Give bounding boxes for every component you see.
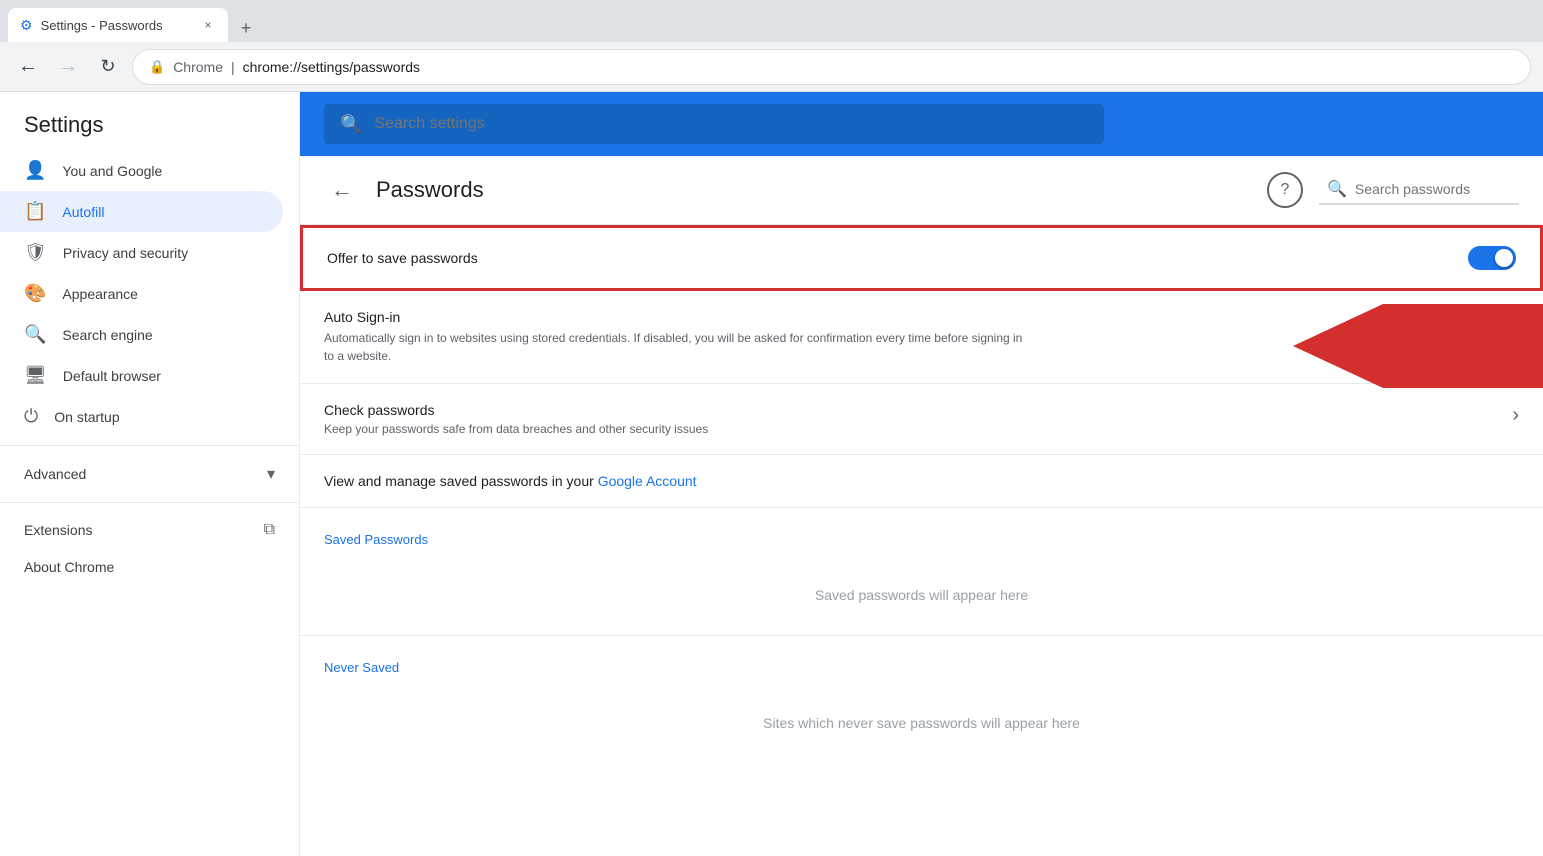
- offer-save-passwords-row: Offer to save passwords: [300, 225, 1543, 291]
- auto-signin-description: Automatically sign in to websites using …: [324, 329, 1024, 365]
- check-passwords-info: Check passwords Keep your passwords safe…: [324, 402, 1512, 436]
- appearance-icon: 🎨: [24, 283, 46, 304]
- settings-sidebar-title-area: Settings: [0, 92, 299, 150]
- google-account-link[interactable]: Google Account: [598, 473, 697, 489]
- sidebar-item-label: Autofill: [62, 204, 104, 220]
- sidebar-item-advanced[interactable]: Advanced ▾: [0, 454, 299, 494]
- default-browser-icon: 🖥: [24, 365, 47, 386]
- active-tab[interactable]: ⚙ Settings - Passwords ×: [8, 8, 228, 42]
- passwords-header: ← Passwords ? 🔍: [300, 156, 1543, 225]
- lock-icon: 🔒: [149, 59, 165, 75]
- advanced-label: Advanced: [24, 466, 267, 482]
- forward-nav-button[interactable]: →: [52, 51, 84, 83]
- settings-app-title: Settings: [24, 112, 104, 137]
- sidebar-item-about-chrome[interactable]: About Chrome: [0, 549, 299, 585]
- external-link-icon: ⧉: [264, 521, 275, 539]
- about-chrome-label: About Chrome: [24, 559, 114, 575]
- passwords-search-icon: 🔍: [1327, 179, 1347, 199]
- check-passwords-title: Check passwords: [324, 402, 1512, 418]
- sidebar-item-label: Privacy and security: [63, 245, 188, 261]
- passwords-panel: ← Passwords ? 🔍 Offer to save passwords: [300, 156, 1543, 856]
- sidebar-item-extensions[interactable]: Extensions ⧉: [0, 511, 299, 549]
- sidebar-item-search-engine[interactable]: 🔍 Search engine: [0, 314, 283, 355]
- browser-window: ⚙ Settings - Passwords × + ← → ↻ 🔒 Chrom…: [0, 0, 1543, 856]
- check-passwords-chevron-icon: ›: [1512, 404, 1519, 427]
- back-nav-button[interactable]: ←: [12, 51, 44, 83]
- on-startup-icon: ⏻: [24, 406, 38, 427]
- never-saved-section-header: Never Saved: [300, 636, 1543, 683]
- tab-favicon: ⚙: [20, 17, 33, 34]
- sidebar-item-default-browser[interactable]: 🖥 Default browser: [0, 355, 283, 396]
- autofill-icon: 📋: [24, 201, 46, 222]
- you-and-google-icon: 👤: [24, 160, 46, 181]
- new-tab-button[interactable]: +: [232, 14, 260, 42]
- nav-bar: ← → ↻ 🔒 Chrome | chrome://settings/passw…: [0, 42, 1543, 92]
- sidebar-item-label: Search engine: [62, 327, 152, 343]
- tab-close-icon[interactable]: ×: [200, 17, 216, 33]
- search-engine-icon: 🔍: [24, 324, 46, 345]
- sidebar-item-autofill[interactable]: 📋 Autofill: [0, 191, 283, 232]
- sidebar-item-you-and-google[interactable]: 👤 You and Google: [0, 150, 283, 191]
- nav-divider-2: [0, 502, 299, 503]
- google-account-prefix: View and manage saved passwords in your: [324, 473, 598, 489]
- settings-search-box[interactable]: 🔍: [324, 104, 1104, 144]
- passwords-search-field[interactable]: 🔍: [1319, 175, 1519, 205]
- red-arrow-annotation: [1293, 304, 1543, 388]
- settings-blue-header: 🔍: [300, 92, 1543, 156]
- saved-passwords-section-header: Saved Passwords: [300, 508, 1543, 555]
- sidebar-item-label: Appearance: [62, 286, 138, 302]
- brand-text: Chrome: [173, 59, 223, 75]
- check-passwords-description: Keep your passwords safe from data breac…: [324, 422, 1512, 436]
- refresh-nav-button[interactable]: ↻: [92, 51, 124, 83]
- search-icon: 🔍: [340, 114, 362, 135]
- never-saved-empty-state: Sites which never save passwords will ap…: [300, 683, 1543, 763]
- saved-passwords-empty-state: Saved passwords will appear here: [300, 555, 1543, 636]
- offer-save-passwords-label: Offer to save passwords: [327, 250, 1468, 266]
- google-account-link-row: View and manage saved passwords in your …: [300, 455, 1543, 508]
- sidebar: Settings 👤 You and Google 📋 Autofill 🛡 P…: [0, 92, 300, 856]
- nav-divider: [0, 445, 299, 446]
- passwords-back-button[interactable]: ←: [324, 172, 360, 208]
- advanced-chevron-icon: ▾: [267, 464, 275, 484]
- extensions-label: Extensions: [24, 522, 248, 538]
- passwords-help-button[interactable]: ?: [1267, 172, 1303, 208]
- check-passwords-row[interactable]: Check passwords Keep your passwords safe…: [300, 384, 1543, 455]
- content-area: 🔍 ← Passwords ? 🔍 Offe: [300, 92, 1543, 856]
- sidebar-item-label: You and Google: [62, 163, 162, 179]
- settings-search-input[interactable]: [374, 115, 1088, 133]
- layout-wrapper: Settings 👤 You and Google 📋 Autofill 🛡 P…: [0, 92, 1543, 856]
- separator: |: [231, 59, 235, 75]
- sidebar-item-on-startup[interactable]: ⏻ On startup: [0, 396, 283, 437]
- sidebar-item-label: On startup: [54, 409, 119, 425]
- sidebar-item-privacy-security[interactable]: 🛡 Privacy and security: [0, 232, 283, 273]
- privacy-security-icon: 🛡: [24, 242, 47, 263]
- offer-save-passwords-toggle[interactable]: [1468, 246, 1516, 270]
- tab-title: Settings - Passwords: [41, 18, 192, 33]
- passwords-search-input[interactable]: [1355, 181, 1505, 197]
- url-text: chrome://settings/passwords: [243, 59, 420, 75]
- sidebar-item-appearance[interactable]: 🎨 Appearance: [0, 273, 283, 314]
- tab-bar: ⚙ Settings - Passwords × +: [0, 0, 1543, 42]
- passwords-page-title: Passwords: [376, 177, 1251, 203]
- address-bar[interactable]: 🔒 Chrome | chrome://settings/passwords: [132, 49, 1531, 85]
- sidebar-item-label: Default browser: [63, 368, 161, 384]
